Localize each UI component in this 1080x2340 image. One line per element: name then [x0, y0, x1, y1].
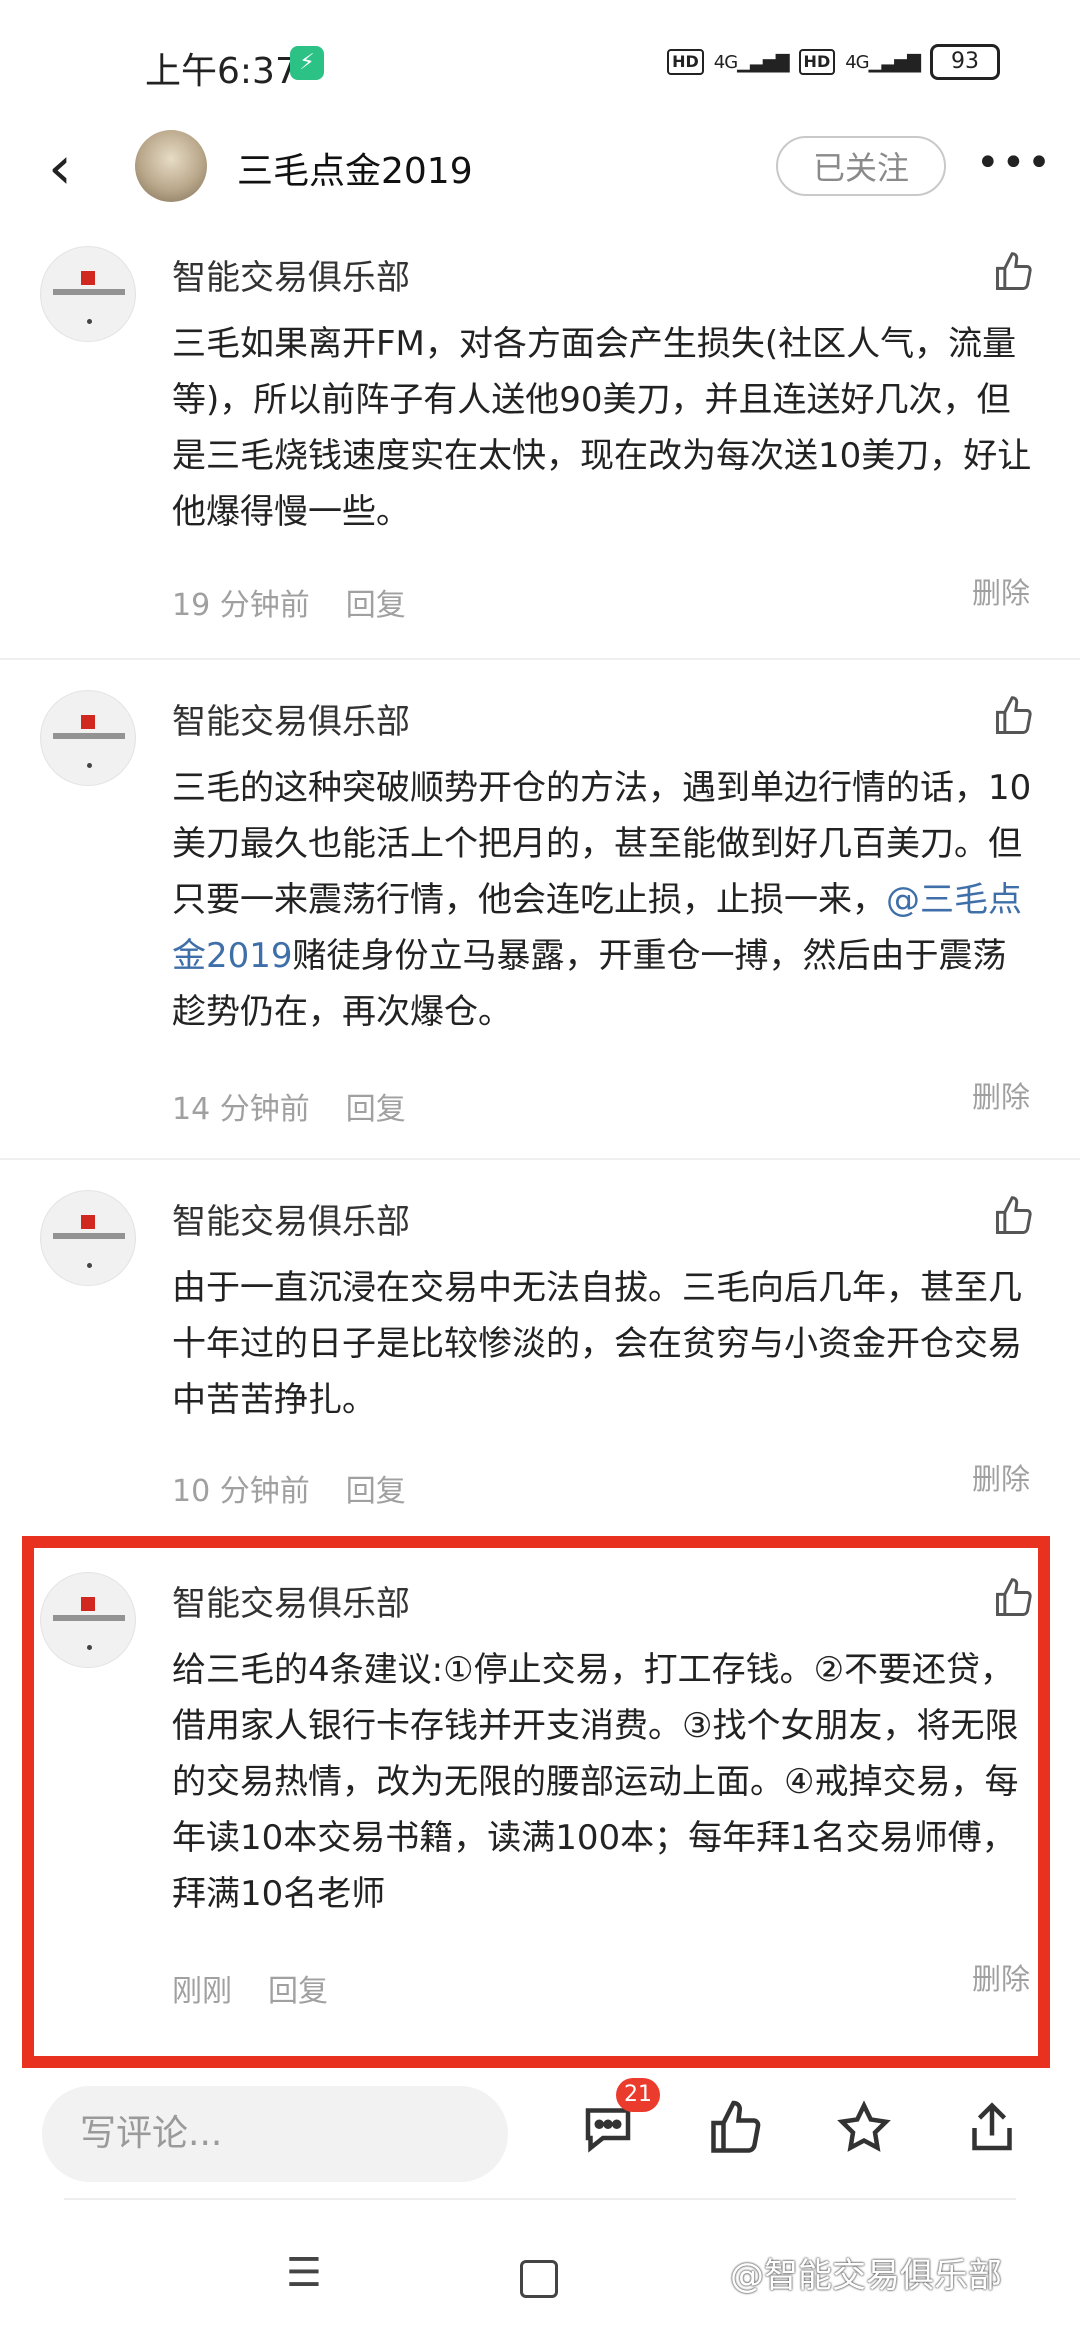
avatar[interactable]	[135, 130, 207, 202]
home-icon[interactable]	[520, 2260, 558, 2298]
status-indicators: HD 4G▁▃▅▇ HD 4G▁▃▅▇ 93	[667, 44, 1000, 80]
comment-text: 三毛的这种突破顺势开仓的方法，遇到单边行情的话，10美刀最久也能活上个把月的，甚…	[172, 760, 1032, 1040]
more-icon[interactable]: •••	[976, 140, 1053, 186]
comment-time: 10 分钟前	[172, 1474, 310, 1509]
comment-input[interactable]: 写评论...	[42, 2086, 508, 2182]
comment-author[interactable]: 智能交易俱乐部	[172, 1194, 410, 1243]
avatar[interactable]	[40, 690, 136, 786]
comment-text-part: 赌徒身份立马暴露，开重仓一搏，然后由于震荡趁势仍在，再次爆仓。	[172, 936, 1007, 1032]
divider	[0, 658, 1080, 660]
thumbs-up-icon[interactable]	[992, 694, 1036, 738]
share-icon[interactable]	[962, 2098, 1022, 2158]
follow-button[interactable]: 已关注	[776, 136, 946, 196]
signal-icon: 4G▁▃▅▇	[845, 51, 921, 73]
comment-time: 19 分钟前	[172, 588, 310, 623]
network-label: 4G	[845, 51, 869, 73]
watermark: @智能交易俱乐部	[730, 2256, 1002, 2296]
page-header: ‹ 三毛点金2019 已关注 •••	[0, 120, 1080, 220]
divider	[0, 1158, 1080, 1160]
battery-icon: 93	[930, 44, 1000, 80]
menu-icon[interactable]: ☰	[286, 2250, 322, 2296]
status-bar: 上午6:37 ⚡ HD 4G▁▃▅▇ HD 4G▁▃▅▇ 93	[0, 0, 1080, 130]
comment-author[interactable]: 智能交易俱乐部	[172, 250, 410, 299]
comment-meta: 10 分钟前 回复	[172, 1466, 442, 1510]
delete-button[interactable]: 删除	[972, 570, 1030, 612]
comment-text: 由于一直沉浸在交易中无法自拔。三毛向后几年，甚至几十年过的日子是比较惨淡的，会在…	[172, 1268, 1022, 1420]
avatar[interactable]	[40, 1190, 136, 1286]
comment-meta: 19 分钟前 回复	[172, 580, 442, 624]
divider	[64, 2198, 1016, 2200]
boost-icon: ⚡	[290, 46, 324, 80]
reply-button[interactable]: 回复	[346, 1474, 406, 1509]
reply-button[interactable]: 回复	[346, 588, 406, 623]
back-icon[interactable]: ‹	[48, 138, 72, 198]
page-title[interactable]: 三毛点金2019	[237, 142, 473, 194]
star-icon[interactable]	[834, 2098, 894, 2158]
thumbs-up-icon[interactable]	[992, 1194, 1036, 1238]
comment-text: 三毛如果离开FM，对各方面会产生损失(社区人气，流量等)，所以前阵子有人送他90…	[172, 324, 1032, 532]
comment-count-badge: 21	[616, 2078, 660, 2112]
delete-button[interactable]: 删除	[972, 1074, 1030, 1116]
comment-action-bar: 写评论... 21	[0, 2068, 1080, 2188]
comment-time: 14 分钟前	[172, 1092, 310, 1127]
signal-icon: 4G▁▃▅▇	[713, 51, 790, 73]
hd-badge: HD	[667, 49, 704, 75]
comment-author[interactable]: 智能交易俱乐部	[172, 694, 410, 743]
delete-button[interactable]: 删除	[972, 1456, 1030, 1498]
comment-meta: 14 分钟前 回复	[172, 1084, 442, 1128]
system-nav-bar: ☰ @智能交易俱乐部	[0, 2220, 1080, 2340]
status-time: 上午6:37	[145, 51, 298, 92]
like-icon[interactable]	[706, 2098, 766, 2158]
hd-badge: HD	[798, 49, 836, 75]
reply-button[interactable]: 回复	[346, 1092, 406, 1127]
avatar[interactable]	[40, 246, 136, 342]
network-label: 4G	[713, 51, 738, 73]
highlight-frame	[22, 1536, 1050, 2068]
thumbs-up-icon[interactable]	[992, 250, 1036, 294]
